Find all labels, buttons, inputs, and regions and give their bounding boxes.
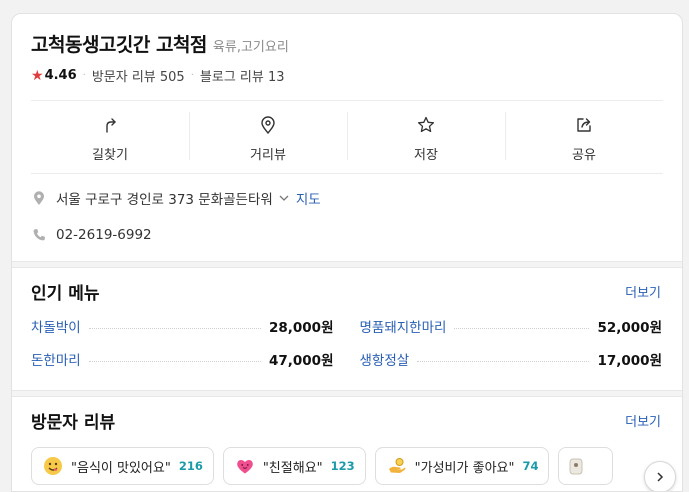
menu-name: 명품돼지한마리 [359, 320, 447, 336]
dotted-leader [88, 360, 261, 362]
share-label: 공유 [572, 148, 596, 163]
menu-price: 52,000원 [597, 320, 662, 336]
review-keyword-list: "음식이 맛있어요" 216 "친절해요" 123 "가성비가 좋아요" 74 [31, 447, 622, 485]
dotted-leader [454, 327, 590, 329]
chevron-right-icon [657, 472, 664, 482]
menu-item[interactable]: 생항정살 17,000원 [360, 349, 663, 369]
save-label: 저장 [414, 148, 438, 163]
rating-row: ★ 4.46 · 방문자 리뷰 505 · 블로그 리뷰 13 [31, 66, 663, 86]
separator-dot: · [82, 70, 86, 81]
share-button[interactable]: 공유 [505, 112, 663, 164]
menu-item[interactable]: 차돌박이 28,000원 [31, 316, 334, 336]
phone-number[interactable]: 02-2619-6992 [56, 227, 152, 243]
divider [31, 173, 663, 174]
rating-value: 4.46 [44, 68, 77, 83]
dotted-leader [417, 360, 590, 362]
directions-button[interactable]: 길찾기 [31, 112, 189, 164]
menu-price: 47,000원 [268, 353, 334, 369]
section-separator [12, 390, 682, 397]
place-category: 육류,고기요리 [212, 40, 289, 55]
visitor-review-more-link[interactable]: 더보기 [625, 411, 661, 430]
menu-list: 차돌박이 28,000원 명품돼지한마리 52,000원 돈한마리 47,000… [31, 316, 662, 369]
chevron-down-icon[interactable] [278, 192, 290, 204]
menu-item[interactable]: 명품돼지한마리 52,000원 [360, 316, 663, 336]
review-keyword-chip[interactable]: "음식이 맛있어요" 216 [31, 447, 214, 485]
place-name: 고척동생고깃간 고척점 [31, 34, 207, 56]
map-pin-icon [31, 190, 47, 206]
section-separator [12, 261, 682, 268]
address-text: 서울 구로구 경인로 373 문화골든타워 [56, 192, 273, 208]
place-card: 고척동생고깃간 고척점 육류,고기요리 ★ 4.46 · 방문자 리뷰 505 … [11, 13, 683, 492]
review-keyword-chip[interactable]: "가성비가 좋아요" 74 [374, 447, 550, 485]
location-pin-icon [261, 116, 275, 135]
review-keyword-chip[interactable]: "친절해요" 123 [222, 447, 366, 485]
yum-face-icon [43, 456, 63, 476]
menu-price: 17,000원 [597, 353, 662, 369]
keyword-text: "가성비가 좋아요" [414, 460, 515, 476]
keyword-count: 74 [522, 459, 539, 473]
keyword-count: 123 [330, 459, 355, 473]
menu-name: 돈한마리 [31, 353, 81, 369]
phone-icon [31, 227, 47, 243]
dotted-leader [88, 327, 261, 329]
menu-price: 28,000원 [268, 320, 334, 336]
action-bar: 길찾기 거리뷰 저장 공유 [31, 112, 663, 164]
phone-row: 02-2619-6992 [31, 224, 663, 246]
separator-dot: · [190, 70, 194, 81]
keyword-text: "친절해요" [262, 460, 323, 476]
visitor-review-title: 방문자 리뷰 [31, 413, 116, 433]
popular-menu-title: 인기 메뉴 [31, 284, 100, 304]
share-icon [577, 118, 591, 132]
popular-menu-more-link[interactable]: 더보기 [625, 282, 661, 301]
address-row: 서울 구로구 경인로 373 문화골든타워 지도 [31, 187, 663, 209]
visitor-review-count[interactable]: 방문자 리뷰 505 [92, 66, 185, 85]
menu-item[interactable]: 돈한마리 47,000원 [31, 349, 334, 369]
save-button[interactable]: 저장 [347, 112, 505, 164]
review-keyword-chip[interactable] [558, 447, 614, 485]
streetview-button[interactable]: 거리뷰 [189, 112, 347, 164]
directions-icon [106, 118, 116, 133]
place-header: 고척동생고깃간 고척점 육류,고기요리 ★ 4.46 · 방문자 리뷰 505 … [31, 30, 663, 85]
blog-review-count[interactable]: 블로그 리뷰 13 [200, 66, 285, 85]
coin-hand-icon [387, 456, 407, 476]
menu-name: 차돌박이 [31, 320, 81, 336]
divider [31, 100, 663, 101]
partial-emoji-icon [567, 456, 587, 476]
menu-name: 생항정살 [359, 353, 410, 369]
next-keywords-button[interactable] [644, 461, 676, 491]
streetview-label: 거리뷰 [250, 148, 286, 163]
heart-icon [235, 456, 255, 476]
star-outline-icon [417, 116, 435, 133]
place-info: 서울 구로구 경인로 373 문화골든타워 지도 02-2619-6992 [31, 187, 663, 246]
keyword-text: "음식이 맛있어요" [71, 460, 171, 476]
directions-label: 길찾기 [92, 148, 128, 163]
star-icon: ★ [31, 67, 44, 84]
map-link[interactable]: 지도 [296, 188, 321, 208]
keyword-count: 216 [178, 459, 203, 473]
